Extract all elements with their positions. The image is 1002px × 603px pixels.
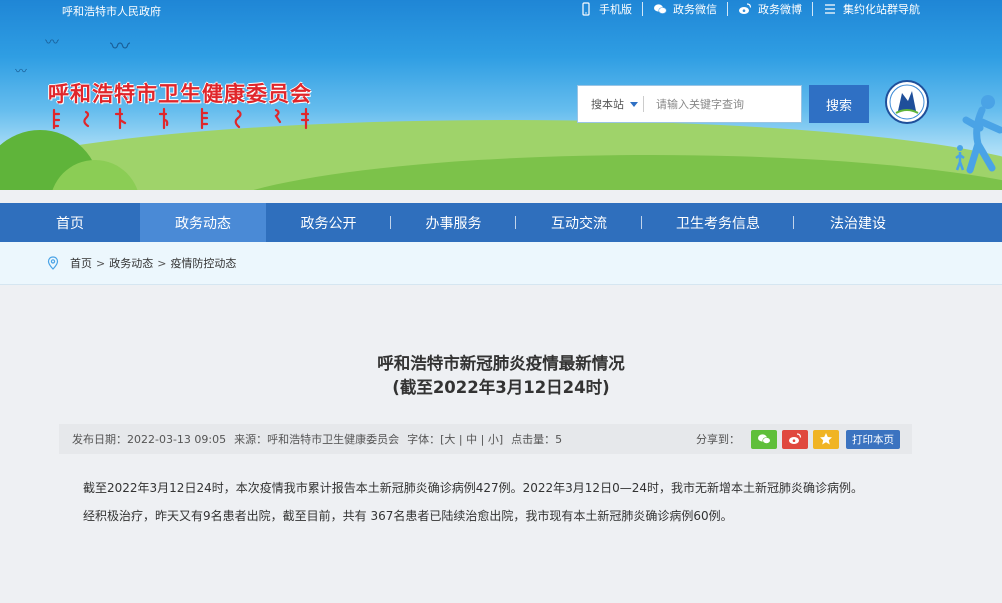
article-paragraph: 经积极治疗，昨天又有9名患者出院，截至目前，共有 367名患者已陆续治愈出院，我… [83, 509, 733, 523]
click-count: 点击量：5 [511, 433, 563, 446]
caret-down-icon [630, 101, 638, 107]
search-scope-label: 搜本站 [591, 98, 624, 111]
search-scope-select[interactable]: 搜本站 [578, 96, 644, 112]
article-source: 来源：呼和浩特市卫生健康委员会 [234, 433, 400, 446]
article-paragraph: 截至2022年3月12日24时，本次疫情我市累计报告本土新冠肺炎确诊病例427例… [83, 481, 863, 495]
weibo-icon [789, 433, 802, 444]
breadcrumb: 首页 > 政务动态 > 疫情防控动态 [0, 242, 1002, 285]
site-title[interactable]: 呼和浩特市卫生健康委员会 [48, 78, 312, 108]
weibo-link[interactable]: 政务微博 [728, 2, 813, 16]
font-size-switch[interactable]: 字体：[大 | 中 | 小] [407, 431, 503, 447]
nav-item-exam-info[interactable]: 卫生考务信息 [642, 203, 794, 242]
weibo-icon [739, 3, 752, 14]
wechat-icon [758, 434, 771, 444]
health-commission-emblem-icon [885, 80, 929, 124]
article-title: 呼和浩特市新冠肺炎疫情最新情况 (截至2022年3月12日24时) [0, 352, 1002, 400]
share-label: 分享到： [696, 433, 740, 446]
location-pin-icon [47, 256, 59, 270]
star-icon [820, 433, 832, 445]
nav-item-home[interactable]: 首页 [0, 203, 140, 242]
wechat-icon [654, 4, 667, 14]
gov-home-link[interactable]: 呼和浩特市人民政府 [62, 3, 161, 19]
nav-item-gov-open[interactable]: 政务公开 [266, 203, 391, 242]
nav-item-news[interactable]: 政务动态 [140, 203, 266, 242]
search-input[interactable] [644, 97, 801, 111]
header-banner: 〰 〰 〰 呼和浩特市人民政府 手机版 政务微信 政务微博 集约化站群导航 呼和… [0, 0, 1002, 190]
breadcrumb-home[interactable]: 首页 [70, 255, 92, 271]
bird-decoration: 〰 [15, 64, 28, 78]
bird-decoration: 〰 [45, 35, 59, 51]
top-links: 手机版 政务微信 政务微博 集约化站群导航 [569, 2, 930, 16]
share-weibo-button[interactable] [782, 429, 808, 449]
nav-item-services[interactable]: 办事服务 [391, 203, 516, 242]
site-nav-label: 集约化站群导航 [843, 2, 920, 16]
search-box: 搜本站 [577, 85, 802, 123]
article-meta-bar: 发布日期：2022-03-13 09:05 来源：呼和浩特市卫生健康委员会 字体… [59, 424, 912, 454]
nav-item-rule-of-law[interactable]: 法治建设 [794, 203, 922, 242]
breadcrumb-separator: > [96, 256, 106, 270]
weibo-link-label: 政务微博 [758, 2, 802, 16]
breadcrumb-epidemic[interactable]: 疫情防控动态 [170, 255, 236, 271]
mongolian-script-logo [52, 107, 310, 130]
favorite-button[interactable] [813, 429, 839, 449]
runner-decoration [955, 95, 1002, 174]
mobile-link-label: 手机版 [599, 2, 632, 16]
breadcrumb-separator: > [157, 256, 167, 270]
breadcrumb-news[interactable]: 政务动态 [109, 255, 153, 271]
share-wechat-button[interactable] [751, 429, 777, 449]
site-nav-link[interactable]: 集约化站群导航 [813, 2, 930, 16]
bird-decoration: 〰 [110, 34, 130, 58]
search-button[interactable]: 搜索 [809, 85, 869, 123]
main-nav: 首页 政务动态 政务公开 办事服务 互动交流 卫生考务信息 法治建设 [0, 203, 1002, 242]
article-title-line1: 呼和浩特市新冠肺炎疫情最新情况 [377, 354, 625, 373]
list-icon [825, 4, 835, 14]
mobile-icon [582, 2, 590, 16]
article-title-line2: (截至2022年3月12日24时) [392, 378, 610, 397]
nav-item-interaction[interactable]: 互动交流 [516, 203, 642, 242]
wechat-link-label: 政务微信 [673, 2, 717, 16]
wechat-link[interactable]: 政务微信 [643, 2, 728, 16]
print-button[interactable]: 打印本页 [846, 429, 900, 449]
publish-date: 发布日期：2022-03-13 09:05 [72, 433, 227, 446]
mobile-link[interactable]: 手机版 [569, 2, 643, 16]
